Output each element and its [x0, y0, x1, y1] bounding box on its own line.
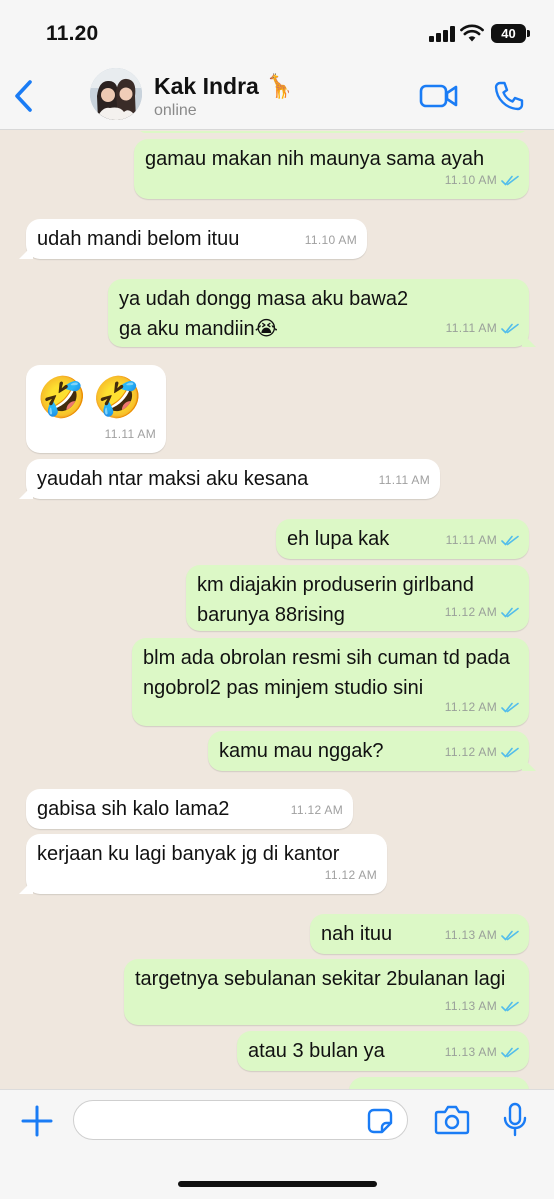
read-receipt-icon [501, 607, 519, 617]
message-input[interactable] [73, 1100, 408, 1140]
message-time: 11.13 AM [444, 928, 497, 942]
camera-icon[interactable] [434, 1104, 470, 1136]
message-time: 11.10 AM [444, 173, 497, 187]
read-receipt-icon [501, 747, 519, 757]
contact-name[interactable]: Kak Indra 🦒 [154, 73, 294, 100]
read-receipt-icon [501, 1001, 519, 1011]
message-bubble-outgoing-partial[interactable] [349, 1077, 529, 1089]
message-text: ya udah dongg masa aku bawa2 ga aku mand… [119, 288, 409, 340]
cellular-signal-icon [429, 26, 455, 42]
read-receipt-icon [501, 535, 519, 545]
message-bubble-incoming[interactable]: gabisa sih kalo lama2 11.12 AM [26, 789, 353, 829]
previous-message-edge [136, 131, 529, 133]
message-time: 11.10 AM [304, 233, 357, 247]
status-time: 11.20 [46, 22, 99, 45]
message-text: 🤣🤣 [37, 376, 149, 420]
read-receipt-icon [501, 1047, 519, 1057]
message-bubble-outgoing[interactable]: targetnya sebulanan sekitar 2bulanan lag… [124, 959, 529, 1025]
status-bar: 11.20 40 [0, 0, 554, 62]
contact-avatar[interactable] [90, 68, 142, 120]
sticker-icon[interactable] [367, 1108, 393, 1134]
plus-icon[interactable] [20, 1104, 54, 1138]
message-bubble-incoming[interactable]: kerjaan ku lagi banyak jg di kantor 11.1… [26, 834, 387, 894]
battery-indicator: 40 [491, 24, 530, 43]
message-time: 11.12 AM [290, 803, 343, 817]
read-receipt-icon [501, 323, 519, 333]
microphone-icon[interactable] [502, 1102, 528, 1138]
message-bubble-outgoing[interactable]: gamau makan nih maunya sama ayah 11.10 A… [134, 139, 529, 199]
message-bubble-incoming[interactable]: udah mandi belom ituu 11.10 AM [26, 219, 367, 259]
message-bubble-incoming-emoji[interactable]: 🤣🤣 11.11 AM [26, 365, 166, 453]
message-composer [0, 1089, 554, 1199]
message-bubble-outgoing[interactable]: eh lupa kak 11.11 AM [276, 519, 529, 559]
video-call-icon[interactable] [419, 82, 459, 110]
message-text: targetnya sebulanan sekitar 2bulanan lag… [135, 968, 506, 990]
read-receipt-icon [501, 702, 519, 712]
contact-status: online [154, 102, 197, 119]
chat-header: Kak Indra 🦒 online [0, 62, 554, 130]
back-chevron-icon[interactable] [10, 78, 38, 114]
wifi-icon [460, 24, 484, 42]
message-time: 11.12 AM [444, 605, 497, 619]
message-time: 11.11 AM [378, 473, 430, 487]
read-receipt-icon [501, 175, 519, 185]
message-time: 11.13 AM [444, 1045, 497, 1059]
home-indicator [178, 1181, 377, 1187]
message-bubble-outgoing[interactable]: km diajakin produserin girlband barunya … [186, 565, 529, 631]
phone-icon[interactable] [493, 80, 525, 112]
message-time: 11.11 AM [445, 533, 497, 547]
message-bubble-outgoing[interactable]: nah ituu 11.13 AM [310, 914, 529, 954]
message-bubble-outgoing[interactable]: atau 3 bulan ya 11.13 AM [237, 1031, 529, 1071]
message-time: 11.11 AM [445, 321, 497, 335]
message-bubble-outgoing[interactable]: ya udah dongg masa aku bawa2 ga aku mand… [108, 279, 529, 347]
message-time: 11.12 AM [444, 745, 497, 759]
message-bubble-outgoing[interactable]: kamu mau nggak? 11.12 AM [208, 731, 529, 771]
message-time: 11.12 AM [324, 868, 377, 882]
message-bubble-incoming[interactable]: yaudah ntar maksi aku kesana 11.11 AM [26, 459, 440, 499]
message-time: 11.11 AM [104, 427, 156, 441]
message-time: 11.13 AM [444, 999, 497, 1013]
message-time: 11.12 AM [444, 700, 497, 714]
read-receipt-icon [501, 930, 519, 940]
message-text: yaudah ntar maksi aku kesana [37, 468, 309, 490]
chat-messages[interactable]: gamau makan nih maunya sama ayah 11.10 A… [0, 131, 554, 1089]
message-bubble-outgoing[interactable]: blm ada obrolan resmi sih cuman td pada … [132, 638, 529, 726]
